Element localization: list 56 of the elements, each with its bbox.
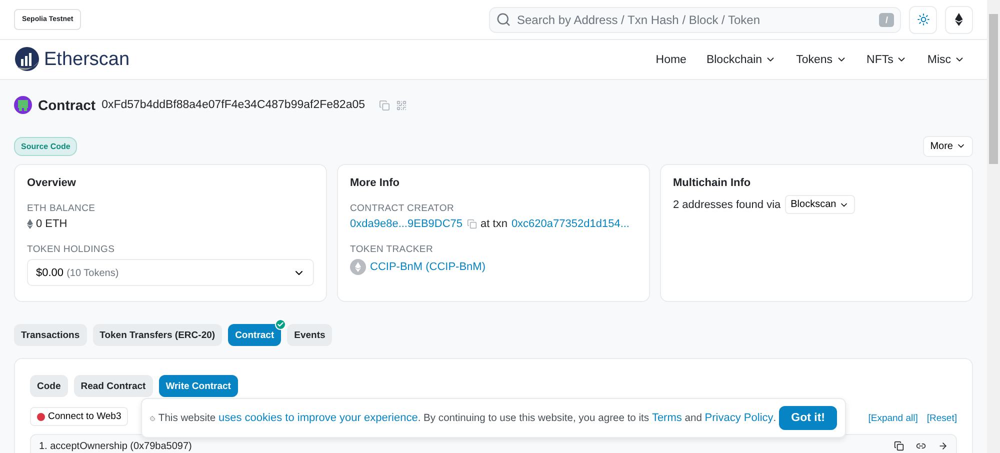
reset-link[interactable]: [Reset] [926, 412, 957, 424]
connect-web3-button[interactable]: Connect to Web3 [30, 407, 128, 426]
shortcut-key: / [879, 12, 894, 26]
field-label: TOKEN TRACKER [350, 244, 434, 255]
page-title: Contract [38, 97, 96, 113]
tab[interactable]: Contract [228, 324, 282, 346]
scrollbar[interactable] [987, 0, 1000, 453]
copy-icon[interactable] [894, 441, 904, 451]
field-label: TOKEN HOLDINGS [27, 244, 116, 255]
nav-link[interactable]: Misc [927, 54, 965, 66]
field-label: ETH BALANCE [27, 203, 96, 214]
blockscan-dropdown[interactable]: Blockscan [784, 195, 856, 214]
tab[interactable]: Events [287, 324, 332, 346]
addresses-found-text: 2 addresses found via [673, 198, 781, 210]
brand-name: Etherscan [44, 48, 130, 70]
sun-icon [916, 13, 930, 26]
token-icon [350, 259, 366, 275]
theme-button[interactable] [909, 6, 937, 34]
token-holdings-dropdown[interactable]: $0.00 (10 Tokens) [27, 259, 314, 286]
cookie-link[interactable]: Terms [652, 412, 682, 424]
arrow-right-icon[interactable] [938, 441, 948, 451]
cookie-notice-text: This website uses cookies to improve your experience. By continuing to use this website, you agree to its Terms and Privacy Policy. [158, 412, 776, 424]
network-button[interactable] [945, 6, 973, 34]
cookie-link[interactable]: uses cookies to improve your experience [218, 412, 418, 424]
nav-link[interactable]: NFTs [866, 54, 908, 66]
card-title: More Info [350, 177, 400, 189]
ethereum-icon [955, 13, 963, 26]
subtab[interactable]: Code [30, 375, 68, 397]
qr-code-icon[interactable] [396, 100, 408, 110]
balance-value: 0 ETH [36, 218, 68, 230]
search-icon [496, 12, 511, 27]
nav-link[interactable]: Blockchain [706, 54, 776, 66]
subtab[interactable]: Write Contract [158, 375, 238, 397]
etherscan-logo-icon [14, 46, 40, 72]
token-tracker-link[interactable]: CCIP-BnM (CCIP-BnM) [370, 261, 486, 273]
field-label: CONTRACT CREATOR [350, 203, 456, 214]
contract-address: 0xFd57b4ddBf88a4e07fF4e34C487b99af2Fe82a05 [102, 99, 366, 111]
txn-hash-link[interactable]: 0xc620a77352d1d154... [511, 218, 630, 230]
tab[interactable]: Transactions [14, 324, 87, 346]
avatar-icon [14, 96, 32, 114]
creator-address-link[interactable]: 0xda9e8e...9EB9DC75 [350, 218, 463, 230]
cookie-link[interactable]: Privacy Policy [704, 412, 774, 424]
card-title: Overview [27, 177, 77, 189]
more-button[interactable]: More [923, 136, 973, 156]
expand-all-link[interactable]: [Expand all] [868, 412, 918, 424]
source-code-badge: Source Code [14, 136, 78, 156]
at-txn-text: at txn [480, 218, 508, 230]
ethereum-icon [27, 219, 33, 229]
link-icon[interactable] [916, 441, 926, 451]
search-field[interactable]: Search by Address / Txn Hash / Block / Token / [489, 6, 901, 32]
got-it-button[interactable]: Got it! [779, 406, 837, 430]
tab[interactable]: Token Transfers (ERC-20) [92, 324, 222, 346]
subtab[interactable]: Read Contract [74, 375, 153, 397]
nav-link[interactable]: Home [656, 54, 686, 66]
nav-link[interactable]: Tokens [796, 54, 847, 66]
card-title: Multichain Info [673, 177, 752, 189]
